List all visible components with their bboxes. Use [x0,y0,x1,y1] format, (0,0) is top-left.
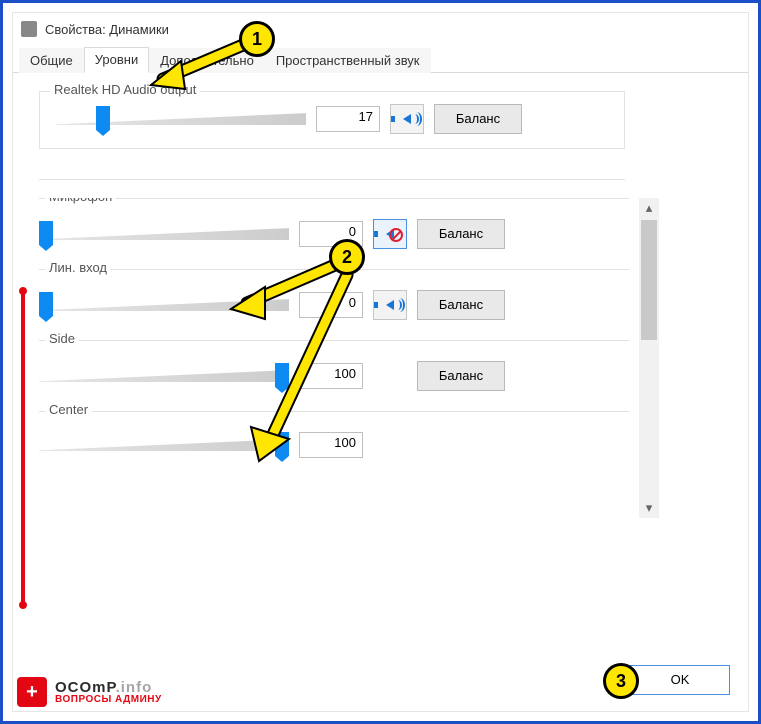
output-balance-button[interactable]: Баланс [434,104,522,134]
speaker-icon [386,300,394,310]
tab-levels[interactable]: Уровни [84,47,149,73]
annotation-callout-3: 3 [603,663,639,699]
annotation-callout-1: 1 [239,21,275,57]
tab-strip: Общие Уровни Дополнительно Пространствен… [13,45,748,73]
center-volume-value[interactable]: 100 [299,432,363,458]
title-bar: Свойства: Динамики [13,13,748,45]
linein-volume-slider[interactable] [39,292,289,318]
output-mute-button[interactable] [390,104,424,134]
mic-mute-button[interactable] [373,219,407,249]
sound-waves-icon [411,112,419,126]
watermark: + OCOmP.info ВОПРОСЫ АДМИНУ [17,677,162,707]
window-title: Свойства: Динамики [45,22,169,37]
mic-volume-slider[interactable] [39,221,289,247]
linein-mute-button[interactable] [373,290,407,320]
speaker-icon [403,114,411,124]
sound-waves-icon [394,298,402,312]
output-group: Realtek HD Audio output 17 Баланс [39,91,625,149]
mic-balance-button[interactable]: Баланс [417,219,505,249]
linein-volume-value[interactable]: 0 [299,292,363,318]
output-group-label: Realtek HD Audio output [50,82,200,97]
scroll-thumb[interactable] [641,220,657,340]
tab-general[interactable]: Общие [19,48,84,73]
scroll-down-button[interactable]: ▾ [639,498,659,518]
speaker-app-icon [21,21,37,37]
output-volume-value[interactable]: 17 [316,106,380,132]
side-volume-value[interactable]: 100 [299,363,363,389]
screenshot-frame: Свойства: Динамики Общие Уровни Дополнит… [0,0,761,724]
inputs-scrollbar[interactable]: ▴ ▾ [639,198,659,518]
properties-dialog: Свойства: Динамики Общие Уровни Дополнит… [12,12,749,712]
side-balance-button[interactable]: Баланс [417,361,505,391]
separator [39,179,625,180]
annotation-bracket [21,291,33,605]
annotation-callout-2: 2 [329,239,365,275]
linein-balance-button[interactable]: Баланс [417,290,505,320]
input-group-linein: Лин. вход 0 Баланс [39,269,629,340]
input-group-center: Center 100 [39,411,629,478]
tab-body-levels: Realtek HD Audio output 17 Баланс [13,73,748,518]
tab-spatial[interactable]: Пространственный звук [265,48,431,73]
center-volume-slider[interactable] [39,432,289,458]
muted-icon [389,228,403,242]
input-group-side: Side 100 Баланс [39,340,629,411]
scroll-up-button[interactable]: ▴ [639,198,659,218]
plus-icon: + [17,677,47,707]
side-volume-slider[interactable] [39,363,289,389]
output-volume-slider[interactable] [56,106,306,132]
ok-button[interactable]: OK [630,665,730,695]
